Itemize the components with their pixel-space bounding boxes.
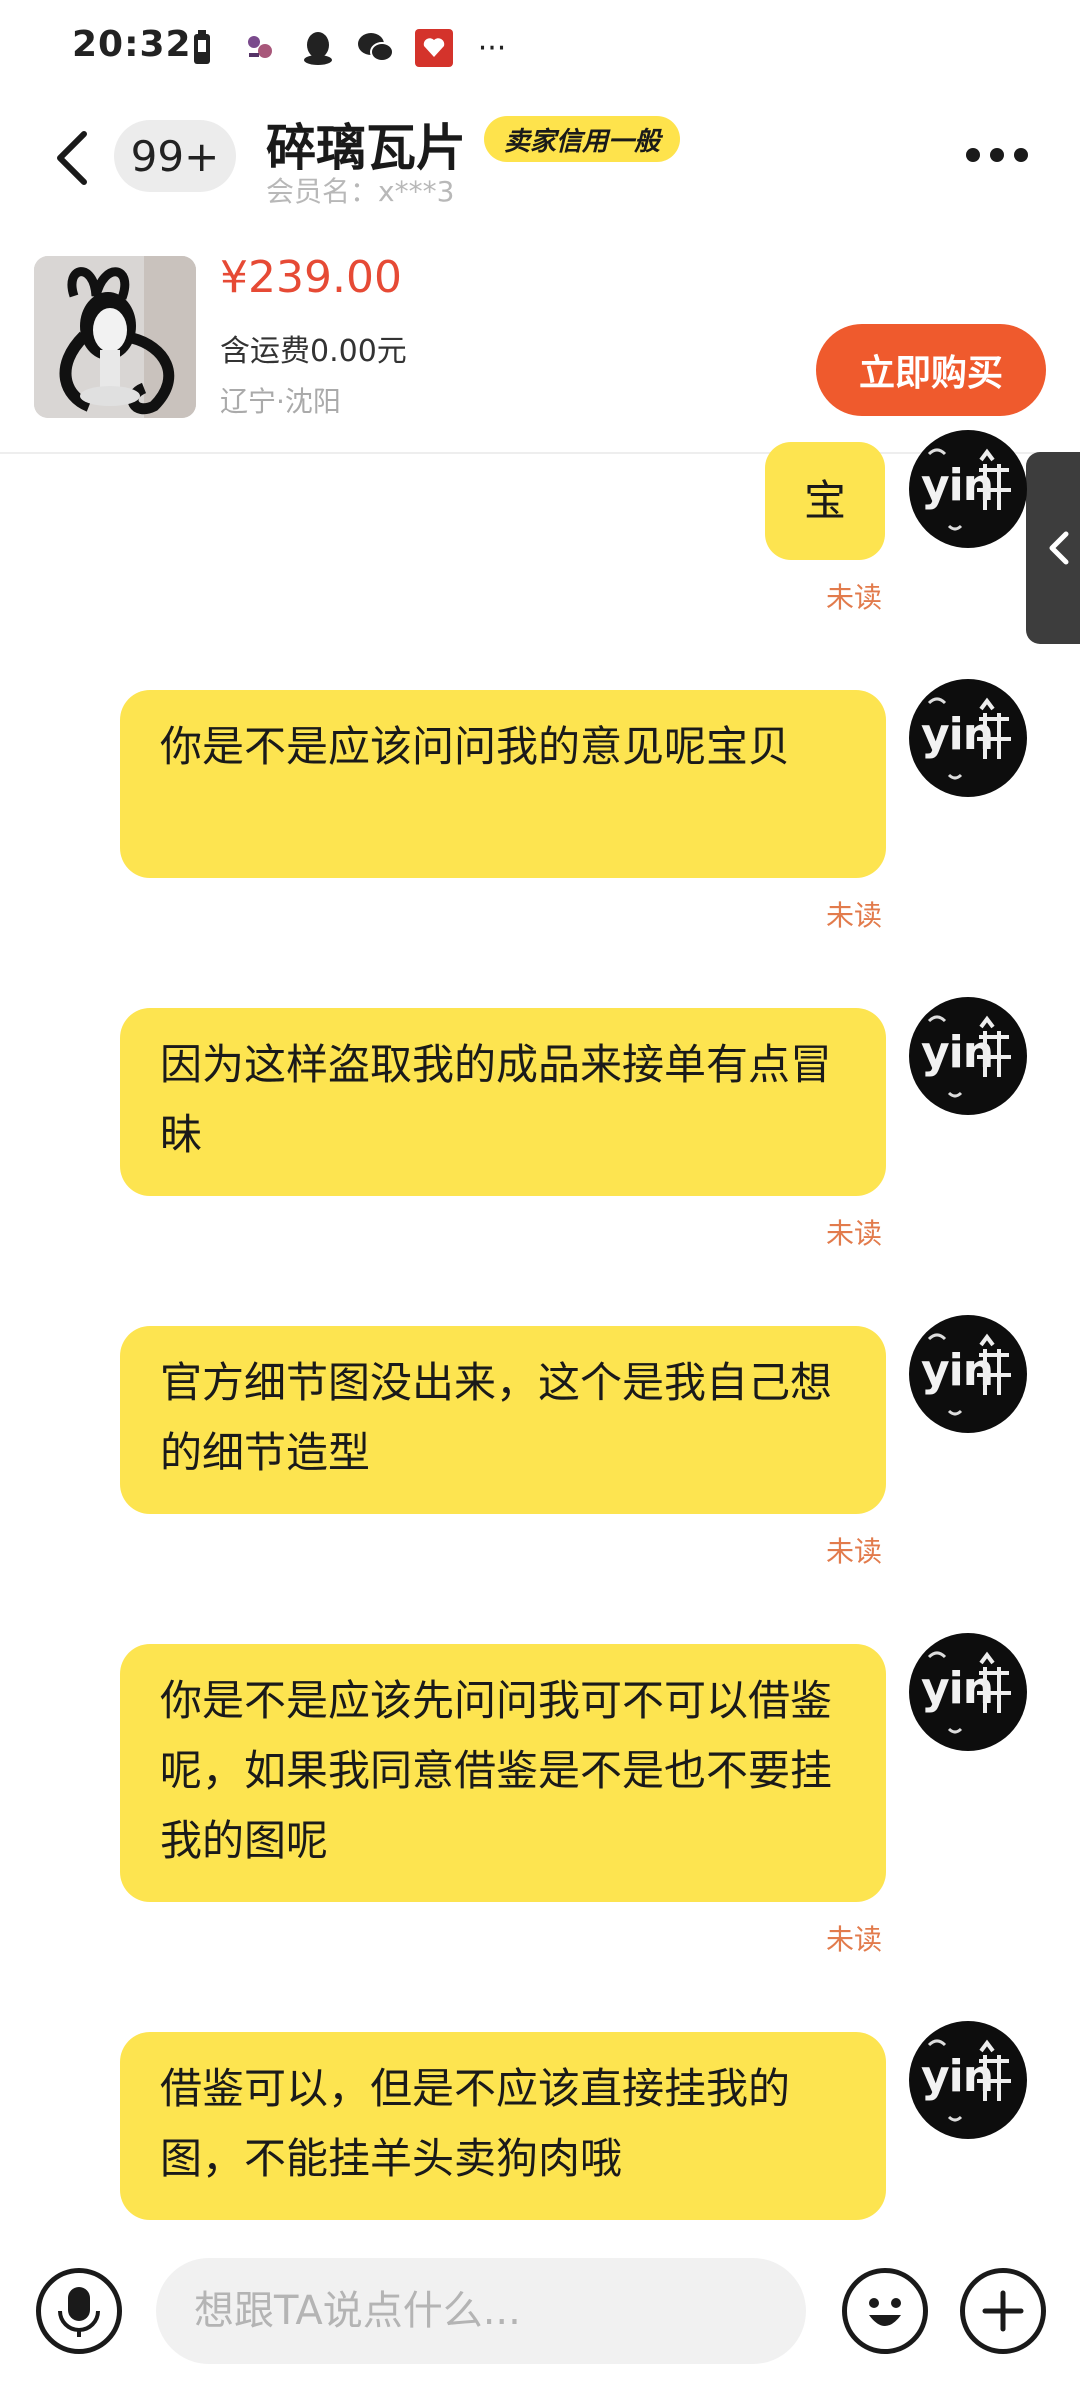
avatar[interactable]: yin (909, 2021, 1027, 2139)
member-name: 会员名：x***3 (266, 175, 455, 208)
avatar[interactable]: yin (909, 997, 1027, 1115)
read-status: 未读 (826, 1535, 883, 1568)
more-options-button[interactable] (966, 140, 1036, 170)
status-time: 20:32 (72, 24, 192, 65)
avatar-doodle-icon (927, 1015, 1011, 1098)
message-bubble[interactable]: 借鉴可以，但是不应该直接挂我的图，不能挂羊头卖狗肉哦 (120, 2032, 886, 2220)
avatar[interactable]: yin (909, 1315, 1027, 1433)
app-notification-icon (240, 28, 280, 68)
message-text: 因为这样盗取我的成品来接单有点冒昧 (160, 1040, 833, 1159)
message-text: 官方细节图没出来，这个是我自己想的细节造型 (160, 1358, 833, 1477)
avatar[interactable]: yin (909, 1633, 1027, 1751)
product-price: ¥239.00 (220, 252, 402, 303)
message-text: 你是不是应该先问问我可不可以借鉴呢，如果我同意借鉴是不是也不要挂我的图呢 (160, 1676, 833, 1865)
status-more-icon: ··· (477, 30, 507, 66)
product-thumbnail[interactable] (34, 256, 196, 418)
wechat-icon (356, 28, 396, 68)
read-status: 未读 (826, 1923, 883, 1956)
message-text: 你是不是应该问问我的意见呢宝贝 (160, 722, 791, 771)
more-icon (966, 148, 980, 162)
red-app-icon (414, 28, 454, 68)
read-status: 未读 (826, 581, 883, 614)
product-location: 辽宁·沈阳 (220, 385, 341, 418)
avatar-doodle-icon (927, 448, 1011, 531)
back-icon (57, 131, 87, 185)
status-bar: 20:32 ··· (0, 0, 1080, 95)
avatar[interactable]: yin (909, 679, 1027, 797)
message-bubble[interactable]: 因为这样盗取我的成品来接单有点冒昧 (120, 1008, 886, 1196)
back-button[interactable] (48, 128, 98, 188)
battery-icon (182, 28, 222, 68)
seller-credit-tag: 卖家信用一般 (484, 116, 681, 162)
product-shipping: 含运费0.00元 (220, 334, 407, 369)
avatar-doodle-icon (927, 1651, 1011, 1734)
avatar-doodle-icon (927, 1333, 1011, 1416)
message-input[interactable] (156, 2258, 806, 2364)
status-icons: ··· (182, 26, 512, 70)
avatar-doodle-icon (927, 2039, 1011, 2122)
voice-input-button[interactable] (36, 2268, 122, 2354)
plus-icon (982, 2290, 1024, 2332)
avatar-doodle-icon (927, 697, 1011, 780)
read-status: 未读 (826, 1217, 883, 1250)
message-bubble[interactable]: 你是不是应该先问问我可不可以借鉴呢，如果我同意借鉴是不是也不要挂我的图呢 (120, 1644, 886, 1902)
emoji-icon (869, 2298, 901, 2326)
unread-count-badge[interactable]: 99+ (114, 120, 236, 192)
read-status: 未读 (826, 899, 883, 932)
qq-icon (298, 28, 338, 68)
avatar[interactable]: yin (909, 430, 1027, 548)
emoji-button[interactable] (842, 2268, 928, 2354)
side-tab-chevron-icon (1049, 531, 1069, 565)
more-actions-button[interactable] (960, 2268, 1046, 2354)
message-text: 借鉴可以，但是不应该直接挂我的图，不能挂羊头卖狗肉哦 (160, 2064, 791, 2183)
message-bubble[interactable]: 宝 (765, 442, 885, 560)
message-bubble[interactable]: 你是不是应该问问我的意见呢宝贝 (120, 690, 886, 878)
message-bubble[interactable]: 官方细节图没出来，这个是我自己想的细节造型 (120, 1326, 886, 1514)
side-panel-tab[interactable] (1026, 452, 1080, 644)
buy-now-button[interactable]: 立即购买 (816, 324, 1046, 416)
message-text: 宝 (803, 476, 846, 525)
mic-icon (58, 2287, 100, 2337)
